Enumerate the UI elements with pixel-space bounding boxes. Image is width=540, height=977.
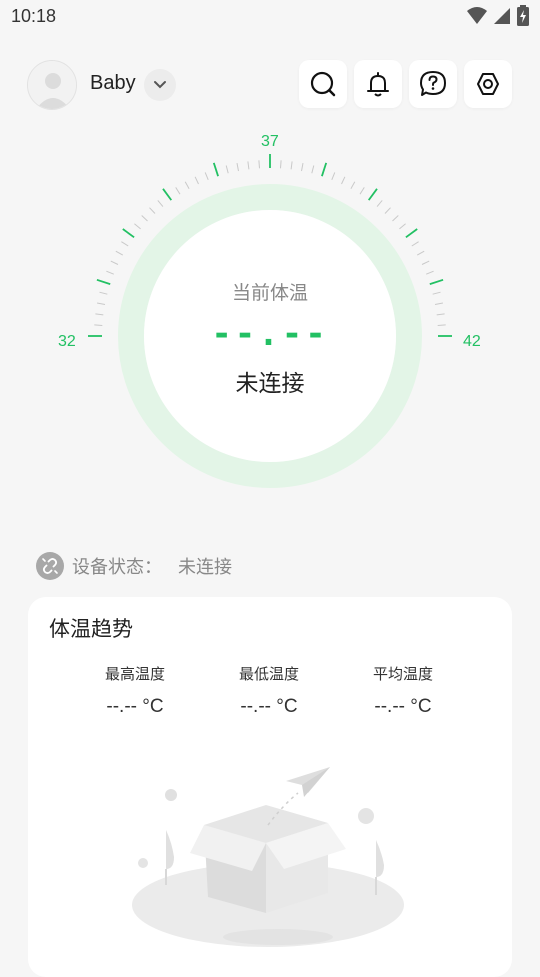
help-icon [420,71,446,96]
gauge-minor-tick [258,160,260,169]
gauge-minor-tick [376,200,383,207]
settings-button[interactable] [464,60,512,108]
connection-status: 未连接 [235,371,305,397]
max-temp-stat: 最高温度 --.-- °C [65,663,205,718]
gauge-minor-tick [134,223,141,230]
device-status-label: 设备状态： [72,557,162,578]
gauge-minor-tick [97,302,106,305]
help-button[interactable] [409,60,457,108]
gauge-min-label: 32 [58,333,76,350]
gauge-minor-tick [421,260,430,265]
gauge-minor-tick [416,250,425,256]
gauge-minor-tick [350,181,356,190]
avg-temp-value: --.-- °C [374,696,432,717]
device-status-value: 未连接 [178,557,232,578]
gauge-major-tick [321,162,328,177]
gauge-minor-tick [411,241,419,247]
gauge-minor-tick [95,313,104,316]
gauge-minor-tick [247,161,250,170]
gauge-minor-tick [359,187,365,195]
avatar[interactable] [27,60,77,110]
gauge-major-tick [122,228,135,239]
gauge-minor-tick [311,165,315,174]
current-temp-label: 当前体温 [231,282,308,304]
gauge-minor-tick [432,291,441,295]
gauge-minor-tick [184,181,190,190]
link-broken-icon [36,552,64,580]
gauge-minor-tick [301,163,304,172]
gauge-minor-tick [141,215,148,222]
gauge-minor-tick [399,223,406,230]
max-temp-value: --.-- °C [106,696,164,717]
gauge-mid-label: 37 [261,133,279,150]
gauge-minor-tick [149,207,156,214]
settings-icon [477,73,499,95]
profile-switch-button[interactable] [144,69,176,101]
gauge-minor-tick [392,215,399,222]
min-temp-label: 最低温度 [238,665,299,683]
gauge-minor-tick [437,324,446,326]
gauge-minor-tick [204,172,209,180]
gauge-minor-tick [106,270,114,275]
gauge-minor-tick [434,302,443,305]
min-temp-value: --.-- °C [240,696,298,717]
battery-icon [516,5,530,31]
gauge-minor-tick [290,161,293,170]
avg-temp-stat: 平均温度 --.-- °C [333,663,473,718]
gauge-minor-tick [94,324,103,326]
gauge-minor-tick [384,207,391,214]
gauge-minor-tick [157,200,164,207]
profile-name[interactable]: Baby [90,72,136,95]
alarm-button[interactable] [354,60,402,108]
gauge-minor-tick [110,260,119,265]
gauge-minor-tick [436,313,445,316]
alarm-icon [367,72,389,97]
max-temp-label: 最高温度 [104,665,165,683]
header: Baby [0,56,540,116]
empty-box-icon [128,765,418,969]
gauge-minor-tick [194,176,199,185]
gauge-major-tick [96,278,111,285]
signal-icon [492,6,512,30]
status-bar: 10:18 [0,0,540,34]
chevron-down-icon [154,81,166,89]
gauge-minor-tick [115,250,124,256]
gauge-major-tick [429,278,444,285]
gauge-minor-tick [331,172,336,180]
gauge-max-label: 42 [463,333,481,350]
status-time: 10:18 [11,6,57,26]
min-temp-stat: 最低温度 --.-- °C [199,663,339,718]
gauge-minor-tick [236,163,239,172]
search-button[interactable] [299,60,347,108]
gauge-minor-tick [225,165,229,174]
gauge-minor-tick [280,160,282,169]
wifi-icon [466,6,488,30]
current-temp-value: --.-- [211,314,329,354]
temperature-gauge: 当前体温 --.-- 未连接 32 37 42 [0,120,540,520]
gauge-minor-tick [121,241,129,247]
gauge-major-tick [367,188,378,201]
trend-title: 体温趋势 [49,617,133,641]
temperature-trend-card[interactable]: 体温趋势 最高温度 --.-- °C 最低温度 --.-- °C 平均温度 --… [28,597,512,977]
gauge-minor-tick [426,270,434,275]
gauge-minor-tick [99,291,108,295]
gauge-minor-tick [175,187,181,195]
search-icon [310,71,336,97]
device-status-row: 设备状态： 未连接 [36,551,232,581]
avg-temp-label: 平均温度 [372,665,433,683]
avatar-placeholder-icon [28,61,76,109]
gauge-major-tick [405,228,418,239]
status-icons [466,5,530,31]
gauge-major-tick [212,162,219,177]
gauge-minor-tick [341,176,346,185]
gauge-major-tick [162,188,173,201]
